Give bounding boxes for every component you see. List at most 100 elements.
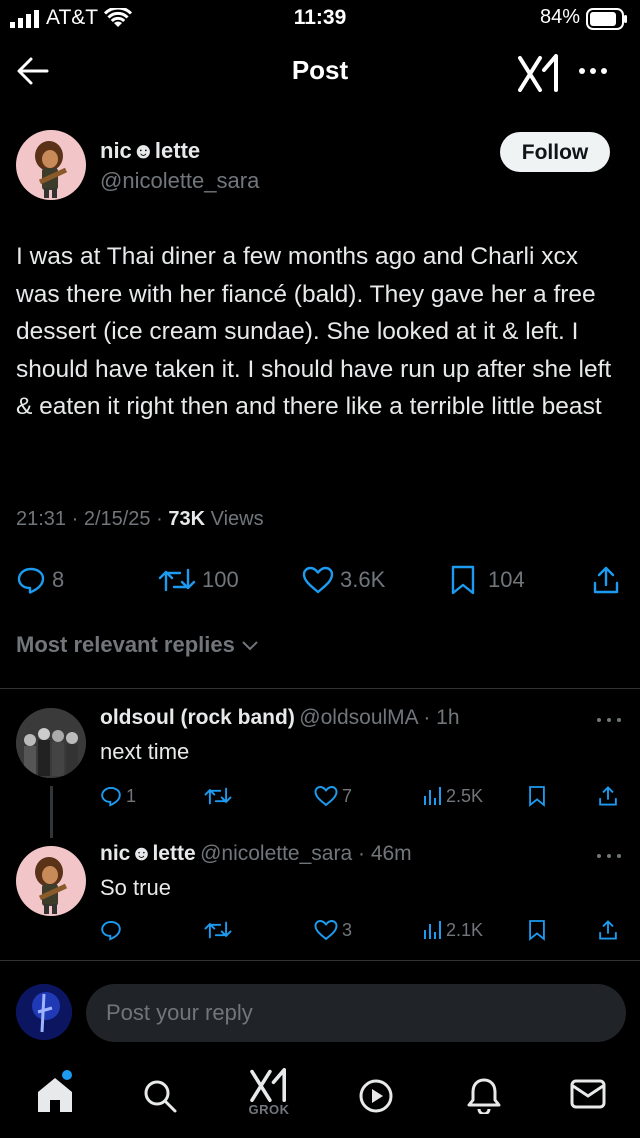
like-action[interactable]: 3.6K [302,562,385,598]
grok-label: GROK [248,1102,290,1117]
reply-time: · 46m [352,842,412,865]
grok-button[interactable] [518,54,560,92]
views-chart-icon [424,787,441,805]
reply-like-count: 3 [342,919,353,940]
follow-button[interactable]: Follow [500,132,610,172]
tab-home[interactable] [36,1070,74,1114]
chevron-down-icon [242,641,258,651]
reply-more-button[interactable] [596,852,622,860]
reply-bookmark-action[interactable] [528,782,546,810]
reply-repost-action[interactable] [204,782,232,810]
reply-action[interactable]: 8 [16,562,64,598]
reply-share-action[interactable] [598,782,618,810]
repost-count: 100 [202,567,239,592]
divider [0,688,640,689]
author-avatar[interactable] [16,130,86,200]
reply-reply-count: 1 [126,785,137,806]
repost-icon [204,787,232,805]
bookmark-action[interactable]: 104 [450,562,525,598]
heart-icon [302,566,334,594]
reply-header: nic☻lette @nicolette_sara · 46m [100,842,412,866]
views-chart-icon [424,921,441,939]
envelope-icon [570,1079,606,1109]
more-dots-icon [597,854,621,858]
reply-views-action[interactable]: 2.1K [422,916,483,944]
reply-share-action[interactable] [598,916,618,944]
battery-icon [586,8,628,30]
band-photo-icon [16,708,86,778]
reply-reply-action[interactable]: 1 [100,782,136,810]
notification-dot [62,1070,72,1080]
divider [0,960,640,961]
share-action[interactable] [592,562,620,598]
bookmark-icon [529,920,545,941]
bookmark-icon [451,565,475,595]
bell-icon [467,1078,501,1114]
repost-icon [204,921,232,939]
reply-repost-action[interactable] [204,916,232,944]
current-user-avatar[interactable] [16,984,72,1040]
reply-author-name[interactable]: oldsoul (rock band) [100,706,295,729]
author-name[interactable]: nic☻lette [100,138,200,164]
reply-author-name[interactable]: nic☻lette [100,842,196,865]
reply-like-action[interactable]: 3 [314,916,352,944]
thread-line [50,786,53,838]
repost-action[interactable]: 100 [158,562,239,598]
reply-views-count: 2.5K [446,785,484,806]
post-meta: 21:31 · 2/15/25 · 73K Views [16,508,264,531]
reply-reply-action[interactable] [100,916,122,944]
reply-icon [17,567,45,594]
heart-icon [314,920,338,941]
reply-input[interactable] [86,984,606,1042]
reply-time: · 1h [417,706,460,729]
tab-video[interactable] [358,1078,394,1114]
reply-text: next time [100,739,190,764]
heart-icon [314,786,338,807]
more-dots-icon [579,68,607,74]
reply-like-count: 7 [342,785,353,806]
like-count: 3.6K [340,567,386,592]
grok-icon [518,54,558,92]
reply-like-action[interactable]: 7 [314,782,352,810]
reply-views-count: 2.1K [446,919,484,940]
tab-search[interactable] [142,1078,178,1114]
bookmark-count: 104 [488,567,525,592]
share-icon [599,786,617,806]
reply-more-button[interactable] [596,716,622,724]
bottom-tab-bar: GROK [0,1062,640,1138]
more-dots-icon [597,718,621,722]
reply-sort-dropdown[interactable]: Most relevant replies [16,632,261,658]
reply-icon [101,786,121,807]
reply-views-action[interactable]: 2.5K [422,782,483,810]
reply-author-handle[interactable]: @oldsoulMA [299,706,417,729]
reply-avatar[interactable] [16,846,86,916]
tab-notifications[interactable] [466,1076,502,1114]
avatar-illustration-icon [35,857,68,914]
play-circle-icon [359,1079,393,1113]
post-text: I was at Thai diner a few months ago and… [16,243,612,420]
home-icon [38,1078,72,1112]
reply-composer[interactable] [86,984,626,1042]
reply-text: So true [100,875,171,900]
reply-count: 8 [52,567,65,592]
reply-avatar[interactable] [16,708,86,778]
reply-icon [101,920,121,941]
post-timestamp: 21:31 · 2/15/25 · [16,508,169,530]
tab-grok[interactable]: GROK [246,1068,292,1117]
bookmark-icon [529,786,545,807]
avatar-illustration-icon [35,141,68,198]
repost-icon [158,568,196,592]
battery-percent: 84% [539,6,580,28]
grok-icon [250,1068,286,1102]
share-icon [599,920,617,940]
author-handle[interactable]: @nicolette_sara [100,168,259,194]
tab-messages[interactable] [570,1078,606,1110]
reply-author-handle[interactable]: @nicolette_sara [200,842,352,865]
reply-sort-label: Most relevant replies [16,632,235,657]
reply-header: oldsoul (rock band) @oldsoulMA · 1h [100,706,460,730]
more-options-button[interactable] [578,66,608,76]
views-label: Views [205,508,264,530]
user-photo-icon [16,984,72,1040]
reply-bookmark-action[interactable] [528,916,546,944]
status-bar: AT&T 11:39 84% [0,0,640,38]
